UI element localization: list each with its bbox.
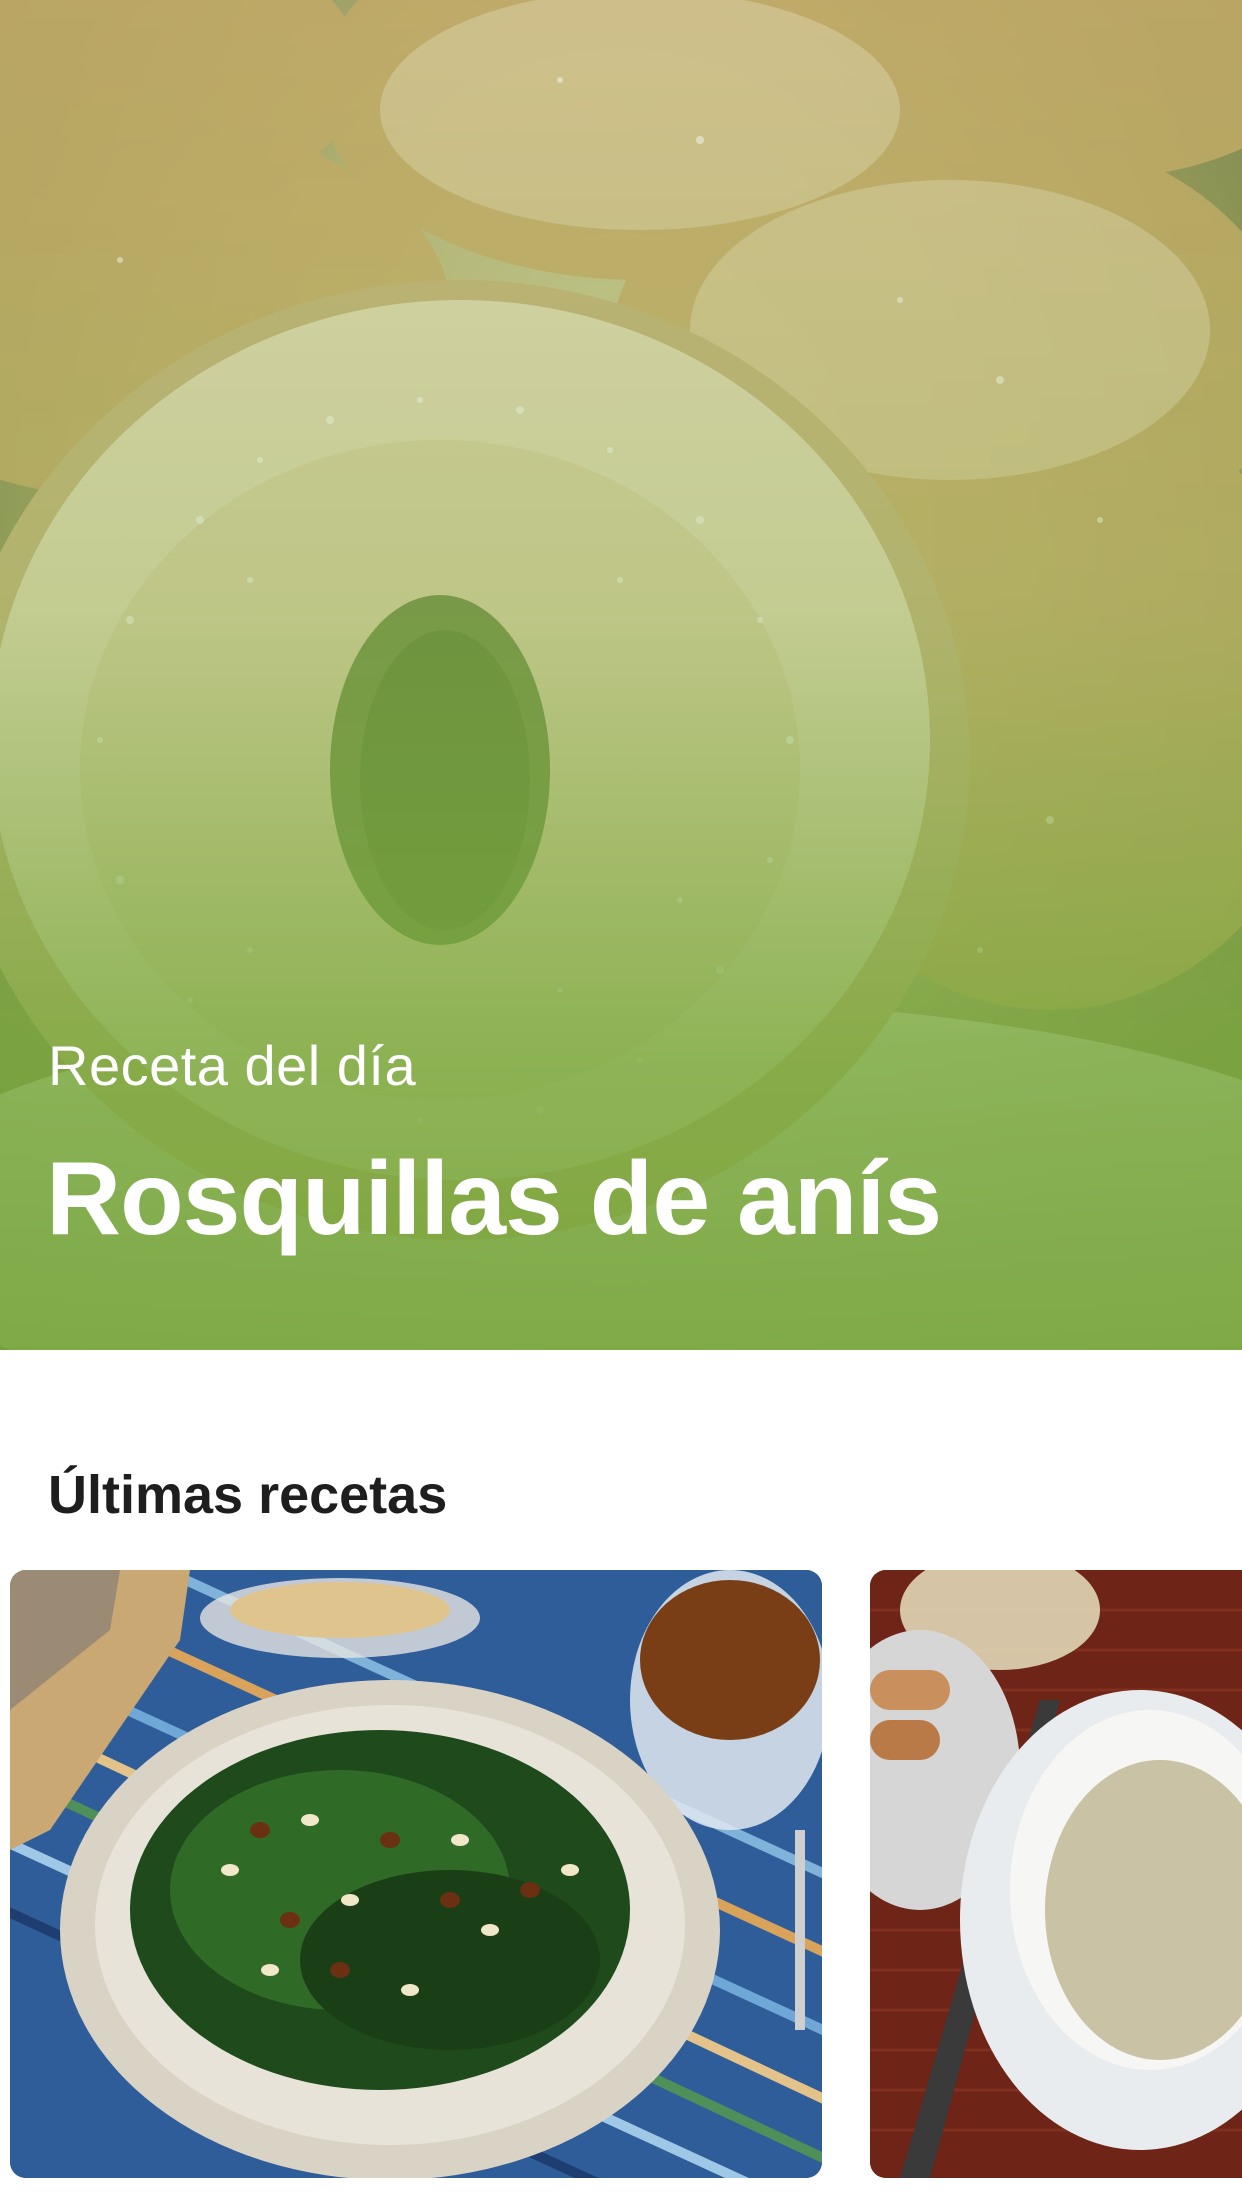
hero-banner[interactable]: Receta del día Rosquillas de anís (0, 0, 1242, 1350)
latest-recipes-carousel[interactable] (0, 1570, 1242, 2178)
recipe-card-soup[interactable] (870, 1570, 1242, 2178)
recipe-card-spinach[interactable] (10, 1570, 822, 2178)
recipe-card-soup-image (870, 1570, 1242, 2178)
latest-recipes-heading: Últimas recetas (48, 1465, 448, 1525)
recipe-of-the-day-title[interactable]: Rosquillas de anís (46, 1140, 942, 1259)
recipe-card-spinach-image (10, 1570, 822, 2178)
recipe-of-the-day-label: Receta del día (48, 1034, 417, 1097)
